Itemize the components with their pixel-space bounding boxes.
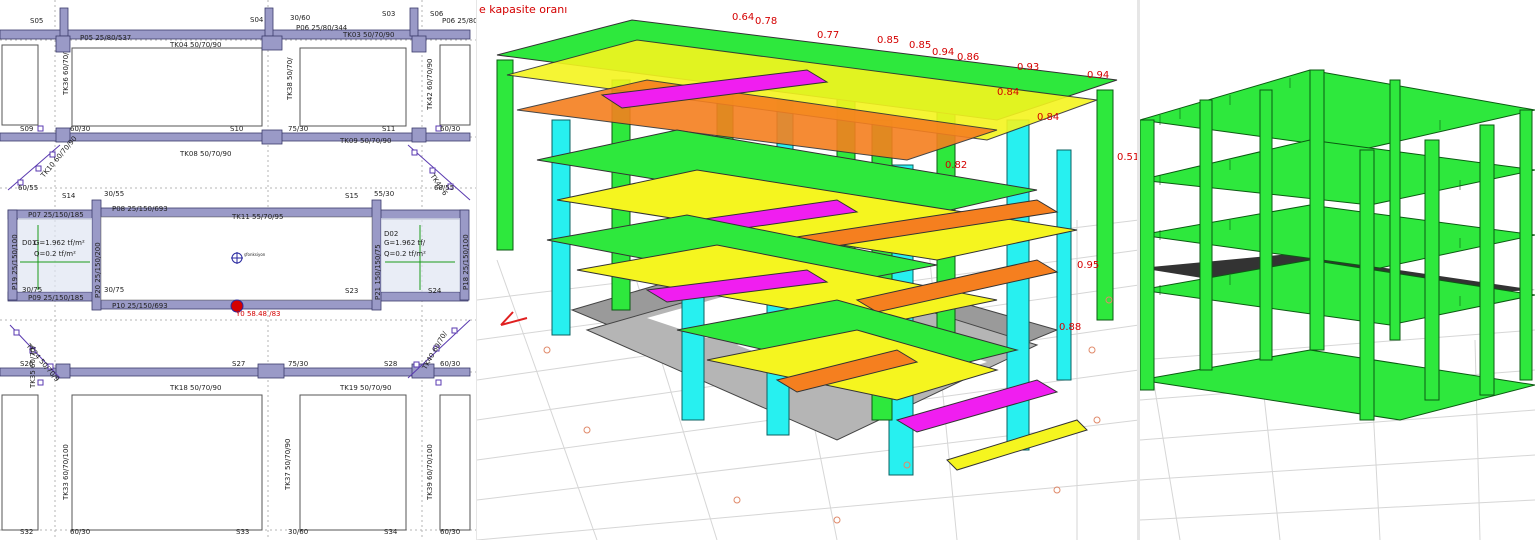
plan-bottom-row-5: 60/30 — [440, 360, 460, 368]
plan-top-label-3: S04 — [250, 16, 264, 24]
beam-tk42: TK42 60/70/90 — [426, 59, 434, 111]
plan-top-label-4: 30/60 — [290, 14, 310, 22]
beam-tk11: TK11 55/70/95 — [231, 213, 283, 221]
plan-row2-label-5: S11 — [382, 125, 395, 133]
beam-tk08: TK08 50/70/90 — [179, 150, 231, 158]
plan-bottom-label-3: S33 — [236, 528, 249, 536]
ratio-label-14: 0.95 — [1077, 260, 1099, 271]
beam-p09: P09 25/150/185 — [28, 294, 84, 302]
plan-s23: S23 — [345, 287, 358, 295]
beam-p07: P07 25/150/185 — [28, 211, 84, 219]
beam-tk09: TK09 50/70/90 — [339, 137, 391, 145]
plan-beam-p06: P06 25/80/344 — [296, 24, 348, 32]
slab-left-id: D01 — [22, 239, 36, 247]
column-30-75-b: 30/75 — [104, 286, 124, 294]
ratio-label-4: 0.85 — [877, 35, 899, 46]
plan-s15: S15 — [345, 192, 358, 200]
ratio-label-8: 0.93 — [1017, 62, 1039, 73]
floor-plan-view[interactable]: S05 P05 25/80/537 S04 30/60 P06 25/80/34… — [0, 0, 477, 540]
ratio-label-3: 0.77 — [817, 30, 839, 41]
plan-beam-p05: P05 25/80/537 — [80, 34, 131, 42]
column-60-55-a: 60/55 — [18, 184, 38, 192]
ratio-label-11: 0.84 — [1037, 112, 1059, 123]
beam-tk35: TK35 60/70/ — [29, 345, 37, 389]
plan-row2-label-6: 60/30 — [440, 125, 460, 133]
beam-tk18: TK18 50/70/90 — [169, 384, 221, 392]
ratio-label-15: 0.88 — [1059, 322, 1081, 333]
slab-left-load-g: G=1.962 tf/m² — [34, 239, 85, 247]
plan-s14: S14 — [62, 192, 76, 200]
ratio-label-2: 0.78 — [755, 16, 777, 27]
ratio-label-6: 0.94 — [932, 47, 954, 58]
plan-bottom-label-5: S34 — [384, 528, 398, 536]
center-label: şfonksiyon — [244, 252, 266, 257]
axis-indicator-icon — [500, 311, 528, 326]
beam-p19: P19 25/150/100 — [11, 234, 19, 290]
plan-bottom-label-1: S32 — [20, 528, 33, 536]
view-title: e kapasite oranı — [479, 3, 568, 16]
beam-p08: P08 25/150/693 — [112, 205, 168, 213]
beam-tk04: TK04 50/70/90 — [169, 41, 221, 49]
beam-tk19: TK19 50/70/90 — [339, 384, 391, 392]
ratio-label-10: 0.84 — [997, 87, 1019, 98]
column-30-55: 30/55 — [104, 190, 124, 198]
plan-bottom-label-6: 60/30 — [440, 528, 460, 536]
ratio-label-13: 0.51 — [1117, 152, 1139, 163]
plan-s24: S24 — [428, 287, 442, 295]
plan-row2-label-3: S10 — [230, 125, 243, 133]
plan-bottom-row-2: S27 — [232, 360, 245, 368]
ratio-label-7: 0.86 — [957, 52, 979, 63]
beam-tk36: TK36 60/70/ — [62, 52, 70, 96]
beam-tk33: TK33 60/70/100 — [62, 444, 70, 501]
plan-top-label-6: S03 — [382, 10, 395, 18]
plan-bottom-row-3: 75/30 — [288, 360, 308, 368]
ratio-label-9: 0.94 — [1087, 70, 1109, 81]
plan-top-label-8: P06 25/80/ — [442, 17, 476, 25]
beam-p20: P20 25/150/200 — [94, 242, 102, 298]
column-60-55-b: 60/55 — [434, 184, 454, 192]
ratio-label-12: 0.82 — [945, 160, 967, 171]
slab-right-load-q: Q=0.2 tf/m² — [384, 250, 426, 258]
plan-top-label-1: S05 — [30, 17, 43, 25]
beam-tk37: TK37 50/70/90 — [284, 439, 292, 491]
beam-tk39: TK39 60/70/100 — [426, 444, 434, 501]
ratio-label-1: 0.64 — [732, 12, 754, 23]
marker-label: Y0 58.48 /83 — [235, 310, 281, 318]
floor-plan-canvas[interactable]: S05 P05 25/80/537 S04 30/60 P06 25/80/34… — [0, 0, 476, 540]
beam-p18: P18 25/150/100 — [462, 234, 470, 290]
beam-tk03: TK03 50/70/90 — [342, 31, 394, 39]
ratio-label-5: 0.85 — [909, 40, 931, 51]
beam-tk38: TK38 50/70/ — [286, 57, 294, 101]
slab-left-load-q: Q=0.2 tf/m² — [34, 250, 76, 258]
structural-3d-view[interactable] — [1140, 0, 1535, 540]
model-3d-canvas[interactable]: 0.64 0.78 0.77 0.85 0.85 0.94 0.86 0.93 … — [477, 0, 1139, 540]
plan-bottom-label-2: 60/30 — [70, 528, 90, 536]
slab-right-load-g: G=1.962 tf/ — [384, 239, 426, 247]
beam-p10: P10 25/150/693 — [112, 302, 168, 310]
plan-row2-label-2: 60/30 — [70, 125, 90, 133]
slab-right-id: D02 — [384, 230, 398, 238]
structure-3d-canvas[interactable] — [1140, 0, 1535, 540]
plan-bottom-label-4: 30/60 — [288, 528, 308, 536]
capacity-ratio-3d-view[interactable]: 0.64 0.78 0.77 0.85 0.85 0.94 0.86 0.93 … — [477, 0, 1139, 540]
column-30-75-a: 30/75 — [22, 286, 42, 294]
plan-row2-label-1: S09 — [20, 125, 33, 133]
plan-bottom-row-4: S28 — [384, 360, 397, 368]
beam-p21: P21 150/150/75 — [374, 244, 382, 300]
plan-row2-label-4: 75/30 — [288, 125, 308, 133]
column-55-30: 55/30 — [374, 190, 394, 198]
